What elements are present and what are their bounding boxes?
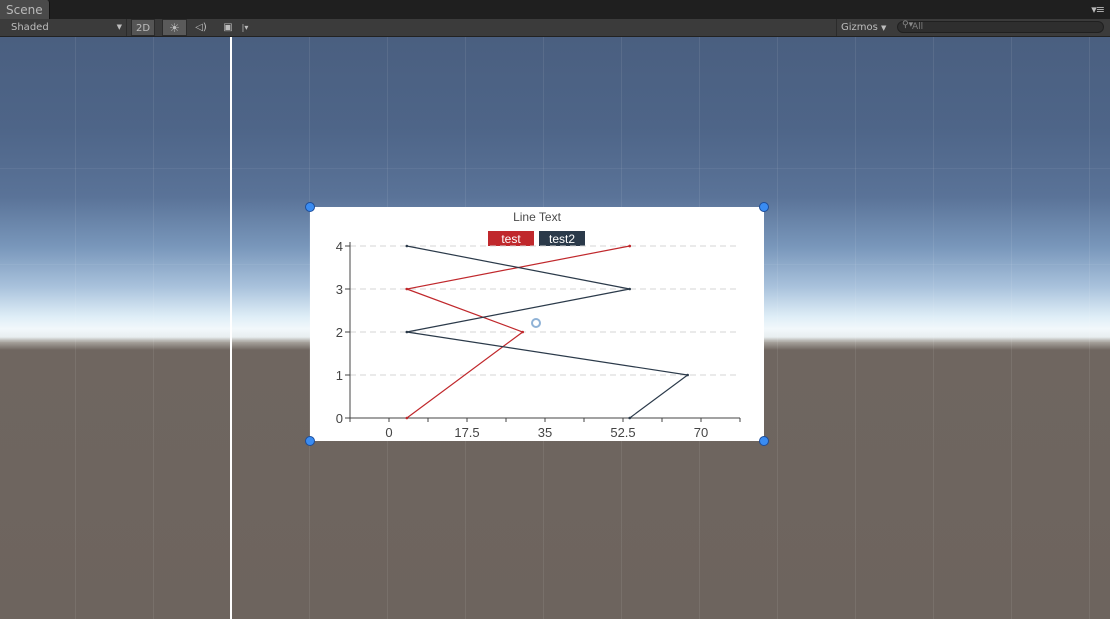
data-point <box>628 416 631 420</box>
x-tick-label: 17.5 <box>454 425 479 440</box>
legend-label-test2: test2 <box>549 232 575 246</box>
gizmos-dropdown[interactable]: Gizmos ▼ <box>836 19 891 36</box>
chart-legend: test test2 <box>488 231 585 246</box>
x-tick-label: 52.5 <box>610 425 635 440</box>
tab-bar: Scene ▾≡ <box>0 0 1110 19</box>
search-input[interactable] <box>912 21 1092 33</box>
data-point <box>405 330 409 334</box>
data-point <box>405 287 409 291</box>
grid-line <box>777 37 778 619</box>
grid-line <box>933 37 934 619</box>
pivot-handle[interactable] <box>531 318 541 328</box>
y-tick-label: 0 <box>336 411 343 426</box>
grid-line <box>153 37 154 619</box>
tab-scene[interactable]: Scene <box>0 0 50 19</box>
chevron-down-icon: ▼ <box>116 23 122 31</box>
resize-handle-bottom-left[interactable] <box>305 436 315 446</box>
chart-gridlines <box>350 245 740 376</box>
data-point <box>521 330 525 334</box>
x-tick-label: 70 <box>694 425 708 440</box>
chevron-down-icon: ▼ <box>881 24 887 32</box>
y-tick-label: 1 <box>336 368 343 383</box>
grid-line <box>75 37 76 619</box>
data-point <box>686 373 689 377</box>
data-point <box>405 416 409 420</box>
effects-dropdown-caret[interactable]: |▾ <box>240 19 250 36</box>
image-icon[interactable]: ▣ <box>217 19 239 36</box>
data-point <box>628 287 631 291</box>
chart-series <box>404 244 690 420</box>
grid-line <box>855 37 856 619</box>
chart-axes: 0 1 2 3 4 0 17.5 35 52.5 70 <box>336 239 741 440</box>
chart-title: Line Text <box>513 210 561 224</box>
scene-viewport[interactable]: Line Text test test2 0 1 2 3 4 0 17.5 35 52.5 70 <box>0 37 1110 619</box>
shading-mode-label: Shaded <box>11 22 49 33</box>
speaker-icon[interactable]: ◁) <box>189 19 213 36</box>
y-tick-label: 3 <box>336 282 343 297</box>
legend-label-test: test <box>501 232 521 246</box>
resize-handle-top-right[interactable] <box>759 202 769 212</box>
hierarchy-search[interactable]: ⚲▾ <box>897 20 1104 33</box>
camera-bounds-line <box>230 37 232 619</box>
grid-line <box>1011 37 1012 619</box>
shading-mode-dropdown[interactable]: Shaded ▼ <box>0 19 127 36</box>
data-point <box>628 244 631 248</box>
grid-line <box>0 168 1110 169</box>
x-tick-label: 0 <box>385 425 392 440</box>
resize-handle-bottom-right[interactable] <box>759 436 769 446</box>
grid-line <box>1089 37 1090 619</box>
x-tick-label: 35 <box>538 425 552 440</box>
2d-mode-button[interactable]: 2D <box>131 19 155 36</box>
sun-icon[interactable]: ☀ <box>162 19 187 36</box>
data-point <box>405 244 409 248</box>
list-menu-icon[interactable]: ▾≡ <box>1091 3 1105 17</box>
resize-handle-top-left[interactable] <box>305 202 315 212</box>
y-tick-label: 2 <box>336 325 343 340</box>
gizmos-label: Gizmos <box>841 22 878 33</box>
y-tick-label: 4 <box>336 239 343 254</box>
scene-toolbar: Shaded ▼ 2D ☀ ◁) ▣ |▾ Gizmos ▼ ⚲▾ <box>0 19 1110 37</box>
